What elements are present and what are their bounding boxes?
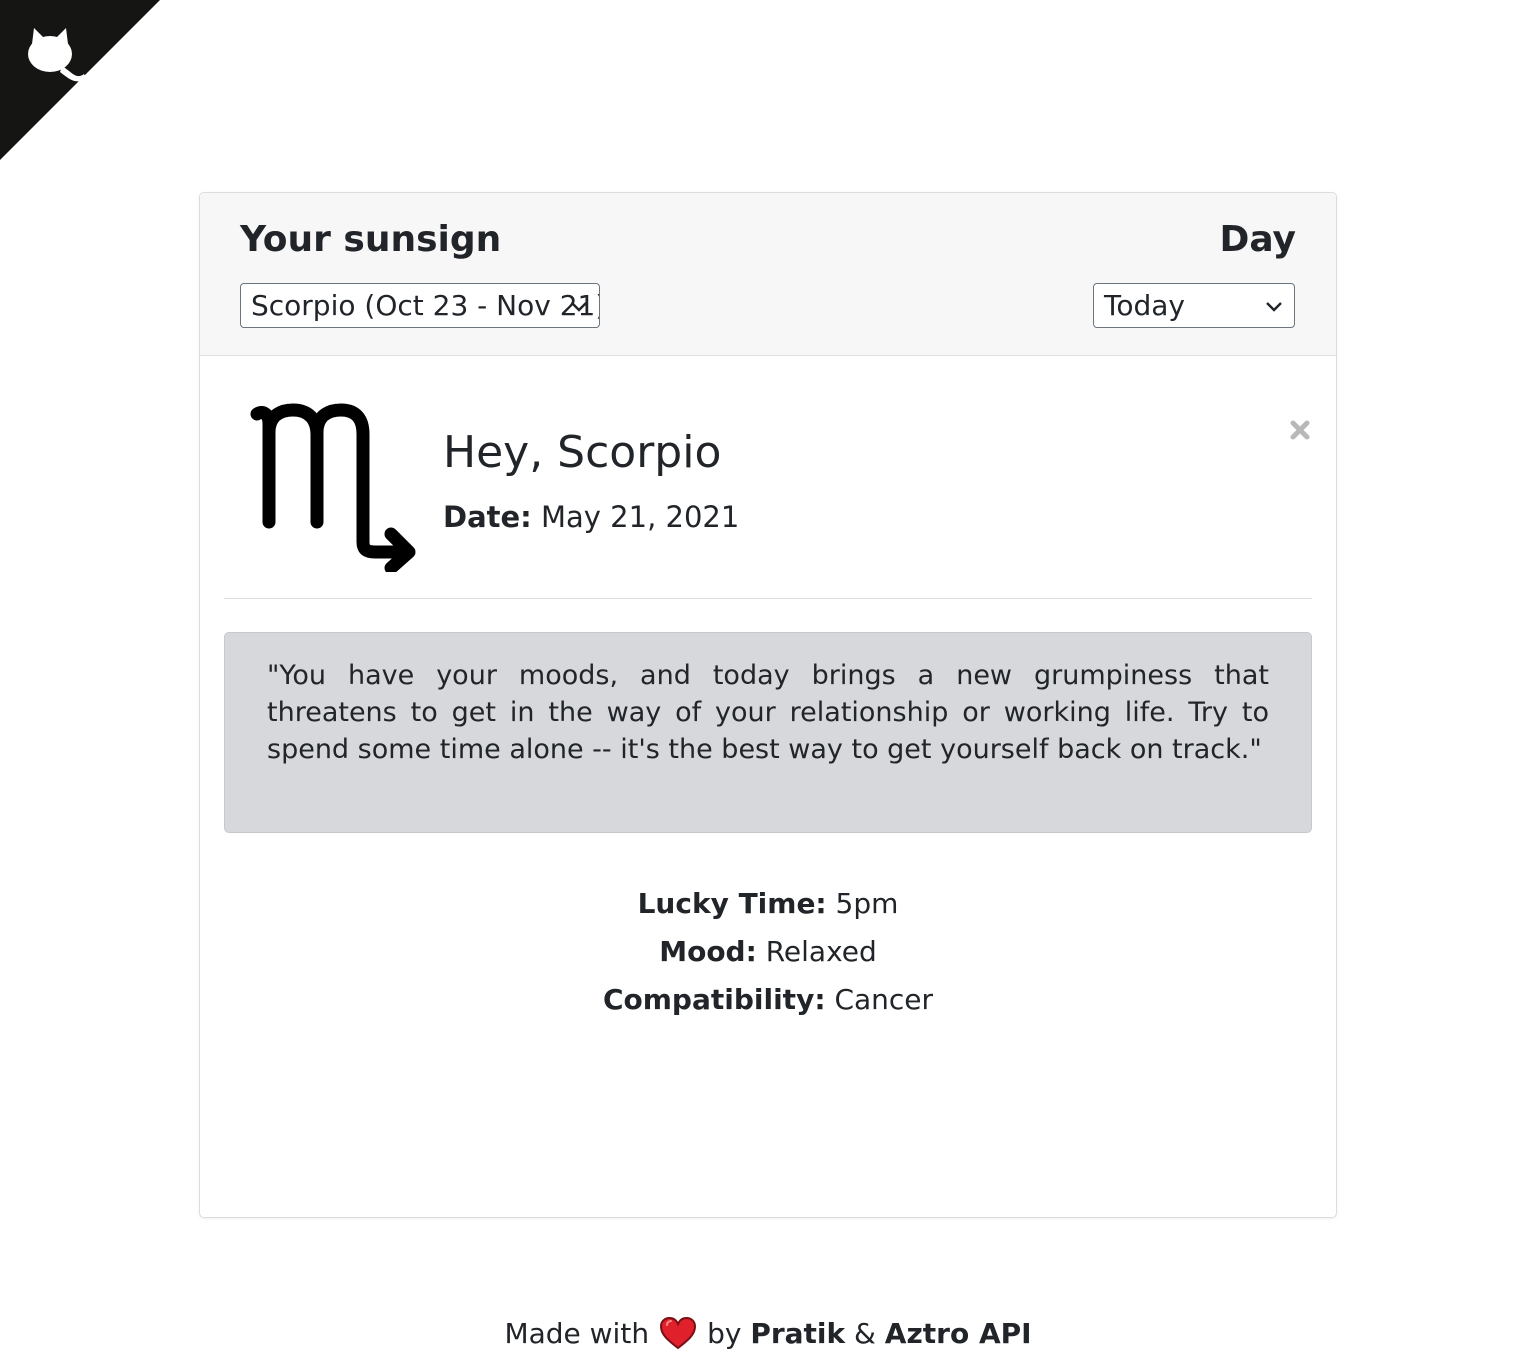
date-value: May 21, 2021 bbox=[541, 500, 740, 534]
mood-row: Mood: Relaxed bbox=[0, 928, 1536, 976]
github-octocat-icon bbox=[0, 0, 160, 160]
mood-value: Relaxed bbox=[765, 935, 877, 968]
compatibility-label: Compatibility: bbox=[602, 983, 826, 1016]
divider bbox=[224, 598, 1312, 599]
close-icon[interactable] bbox=[1288, 418, 1312, 442]
scorpio-symbol-icon bbox=[250, 403, 416, 572]
sunsign-select-value: Scorpio (Oct 23 - Nov 21) bbox=[251, 289, 600, 322]
greeting-title: Hey, Scorpio bbox=[443, 427, 722, 478]
footer-api-link[interactable]: Aztro API bbox=[885, 1317, 1032, 1350]
github-corner-link[interactable] bbox=[0, 0, 160, 160]
chevron-down-icon bbox=[571, 302, 587, 312]
mood-label: Mood: bbox=[659, 935, 757, 968]
day-select[interactable]: Today bbox=[1093, 283, 1295, 328]
card-header: Your sunsign Day Scorpio (Oct 23 - Nov 2… bbox=[200, 193, 1336, 356]
lucky-time-label: Lucky Time: bbox=[637, 887, 827, 920]
footer-author-link[interactable]: Pratik bbox=[750, 1317, 845, 1350]
horoscope-details: Lucky Time: 5pm Mood: Relaxed Compatibil… bbox=[0, 880, 1536, 1024]
horoscope-description: "You have your moods, and today brings a… bbox=[267, 660, 1269, 765]
horoscope-description-box: "You have your moods, and today brings a… bbox=[224, 632, 1312, 833]
sunsign-select[interactable]: Scorpio (Oct 23 - Nov 21) bbox=[240, 283, 600, 328]
date-label: Date: bbox=[443, 500, 532, 534]
footer-by: by bbox=[707, 1317, 742, 1350]
compatibility-value: Cancer bbox=[834, 983, 934, 1016]
chevron-down-icon bbox=[1266, 302, 1282, 312]
date-line: Date: May 21, 2021 bbox=[443, 500, 739, 534]
lucky-time-value: 5pm bbox=[835, 887, 899, 920]
sunsign-label: Your sunsign bbox=[240, 219, 502, 260]
day-select-value: Today bbox=[1104, 289, 1185, 322]
day-label: Day bbox=[1219, 219, 1296, 260]
compatibility-row: Compatibility: Cancer bbox=[0, 976, 1536, 1024]
footer-made-with: Made with bbox=[504, 1317, 650, 1350]
lucky-time-row: Lucky Time: 5pm bbox=[0, 880, 1536, 928]
footer: Made with by Pratik & Aztro API bbox=[0, 1316, 1536, 1350]
heart-icon bbox=[660, 1316, 697, 1350]
footer-amp: & bbox=[854, 1317, 876, 1350]
